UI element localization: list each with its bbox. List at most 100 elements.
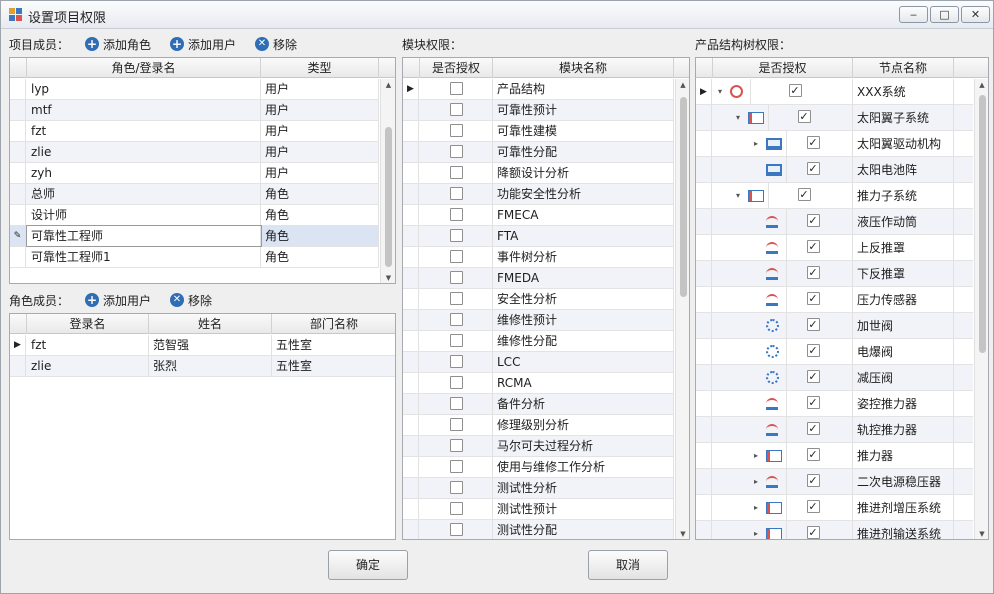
table-row[interactable]: 维修性预计 (403, 310, 674, 331)
authorize-checkbox[interactable]: ✓ (806, 136, 820, 149)
tree-node[interactable]: ✓ 减压阀 (696, 365, 973, 391)
members-grid[interactable]: 角色/登录名 类型 lyp 用户 mtf 用户 fzt 用户 zlie 用户 zyh 用户 总师 角色… (9, 57, 396, 284)
row-indicator[interactable] (696, 391, 712, 417)
row-indicator[interactable] (403, 184, 419, 204)
tree-node[interactable]: ✓ 加世阀 (696, 313, 973, 339)
cancel-button[interactable]: 取消 (588, 550, 668, 580)
table-row[interactable]: ▶ 产品结构 (403, 79, 674, 100)
cell-name[interactable]: 范智强 (149, 335, 272, 355)
scroll-thumb[interactable] (385, 127, 392, 267)
row-pointer-icon[interactable]: ▶ (403, 79, 419, 99)
table-row[interactable]: 可靠性建模 (403, 121, 674, 142)
row-indicator[interactable] (696, 209, 712, 235)
scroll-up-icon[interactable]: ▲ (381, 81, 395, 89)
expand-chevron-icon[interactable]: ▸ (754, 503, 758, 512)
cell-module-name[interactable]: FMECA (493, 205, 674, 225)
cell-node-name[interactable]: 液压作动筒 (853, 209, 954, 235)
cell-module-name[interactable]: 降额设计分析 (493, 163, 674, 183)
cell-node-name[interactable]: XXX系统 (853, 79, 954, 105)
authorize-checkbox[interactable]: ✓ (806, 162, 820, 175)
row-indicator[interactable] (10, 163, 26, 183)
row-indicator[interactable] (403, 478, 419, 498)
row-indicator[interactable] (696, 287, 712, 313)
remove-member-button[interactable]: ✕ 移除 (255, 35, 297, 53)
row-indicator[interactable] (696, 261, 712, 287)
row-indicator[interactable] (10, 205, 26, 225)
table-row[interactable]: ▶ fzt 范智强 五性室 (10, 335, 395, 356)
cell-node-name[interactable]: 减压阀 (853, 365, 954, 391)
column-header-authorized[interactable]: 是否授权 (420, 58, 493, 78)
tree-node[interactable]: ▾ ✓ 推力子系统 (696, 183, 973, 209)
cell-module-name[interactable]: 备件分析 (493, 394, 674, 414)
authorize-checkbox[interactable]: ✓ (806, 266, 820, 279)
tree-scrollbar[interactable]: ▲ ▼ (974, 79, 988, 539)
table-row[interactable]: 可靠性预计 (403, 100, 674, 121)
column-header-dept[interactable]: 部门名称 (272, 314, 395, 334)
cell-node-name[interactable]: 轨控推力器 (853, 417, 954, 443)
maximize-button[interactable]: □ (930, 6, 959, 23)
cell-node-name[interactable]: 姿控推力器 (853, 391, 954, 417)
cell-module-name[interactable]: 测试性预计 (493, 499, 674, 519)
column-header-node-name[interactable]: 节点名称 (853, 58, 954, 78)
row-indicator[interactable] (10, 79, 26, 99)
authorize-checkbox[interactable] (450, 460, 463, 473)
tree-node[interactable]: ✓ 太阳电池阵 (696, 157, 973, 183)
expand-chevron-icon[interactable]: ▸ (754, 529, 758, 538)
table-row[interactable]: 测试性分析 (403, 478, 674, 499)
cell-module-name[interactable]: 安全性分析 (493, 289, 674, 309)
tree-node[interactable]: ▸ ✓ 推力器 (696, 443, 973, 469)
cell-module-name[interactable]: LCC (493, 352, 674, 372)
row-indicator[interactable] (696, 469, 712, 495)
row-indicator[interactable] (10, 121, 26, 141)
scroll-down-icon[interactable]: ▼ (381, 274, 395, 282)
collapse-chevron-icon[interactable]: ▾ (718, 87, 722, 96)
authorize-checkbox[interactable]: ✓ (806, 344, 820, 357)
row-indicator[interactable] (696, 131, 712, 157)
authorize-checkbox[interactable]: ✓ (806, 526, 820, 539)
cell-node-name[interactable]: 推进剂增压系统 (853, 495, 954, 521)
modules-grid[interactable]: 是否授权 模块名称 ▶ 产品结构 可靠性预计 可靠性建模 可靠性分配 降额设计分析 功能安全… (402, 57, 690, 540)
cell-node-name[interactable]: 推力器 (853, 443, 954, 469)
table-row[interactable]: zlie 张烈 五性室 (10, 356, 395, 377)
authorize-checkbox[interactable] (450, 250, 463, 263)
remove-role-user-button[interactable]: ✕ 移除 (170, 291, 212, 309)
authorize-checkbox[interactable] (450, 523, 463, 536)
scroll-up-icon[interactable]: ▲ (676, 81, 689, 89)
cell-name[interactable]: 张烈 (149, 356, 272, 376)
row-indicator[interactable] (696, 443, 712, 469)
table-row[interactable]: 测试性预计 (403, 499, 674, 520)
table-row[interactable]: FTA (403, 226, 674, 247)
table-row[interactable]: LCC (403, 352, 674, 373)
authorize-checkbox[interactable] (450, 439, 463, 452)
row-indicator[interactable] (403, 268, 419, 288)
cell-module-name[interactable]: 功能安全性分析 (493, 184, 674, 204)
cell-module-name[interactable]: 可靠性分配 (493, 142, 674, 162)
authorize-checkbox[interactable] (450, 481, 463, 494)
cell-node-name[interactable]: 推力子系统 (853, 183, 954, 209)
row-indicator[interactable] (696, 521, 712, 539)
authorize-checkbox[interactable]: ✓ (806, 240, 820, 253)
authorize-checkbox[interactable] (450, 334, 463, 347)
authorize-checkbox[interactable]: ✓ (806, 422, 820, 435)
edit-pencil-icon[interactable]: ✎ (10, 226, 26, 246)
table-row[interactable]: 设计师 角色 (10, 205, 379, 226)
table-row[interactable]: 马尔可夫过程分析 (403, 436, 674, 457)
cell-dept[interactable]: 五性室 (272, 356, 395, 376)
cell-node-name[interactable]: 推进剂输送系统 (853, 521, 954, 539)
cell-role-login[interactable]: 可靠性工程师 (26, 225, 262, 247)
authorize-checkbox[interactable] (450, 418, 463, 431)
column-header-authorized[interactable]: 是否授权 (713, 58, 853, 78)
cell-module-name[interactable]: 维修性预计 (493, 310, 674, 330)
table-row[interactable]: FMECA (403, 205, 674, 226)
row-indicator[interactable] (403, 499, 419, 519)
row-pointer-icon[interactable]: ▶ (10, 335, 26, 355)
cell-node-name[interactable]: 下反推罩 (853, 261, 954, 287)
cell-node-name[interactable]: 加世阀 (853, 313, 954, 339)
tree-node[interactable]: ▸ ✓ 二次电源稳压器 (696, 469, 973, 495)
row-indicator[interactable] (403, 394, 419, 414)
authorize-checkbox[interactable] (450, 397, 463, 410)
authorize-checkbox[interactable]: ✓ (806, 292, 820, 305)
row-indicator[interactable] (403, 415, 419, 435)
tree-node[interactable]: ✓ 上反推罩 (696, 235, 973, 261)
authorize-checkbox[interactable]: ✓ (806, 318, 820, 331)
